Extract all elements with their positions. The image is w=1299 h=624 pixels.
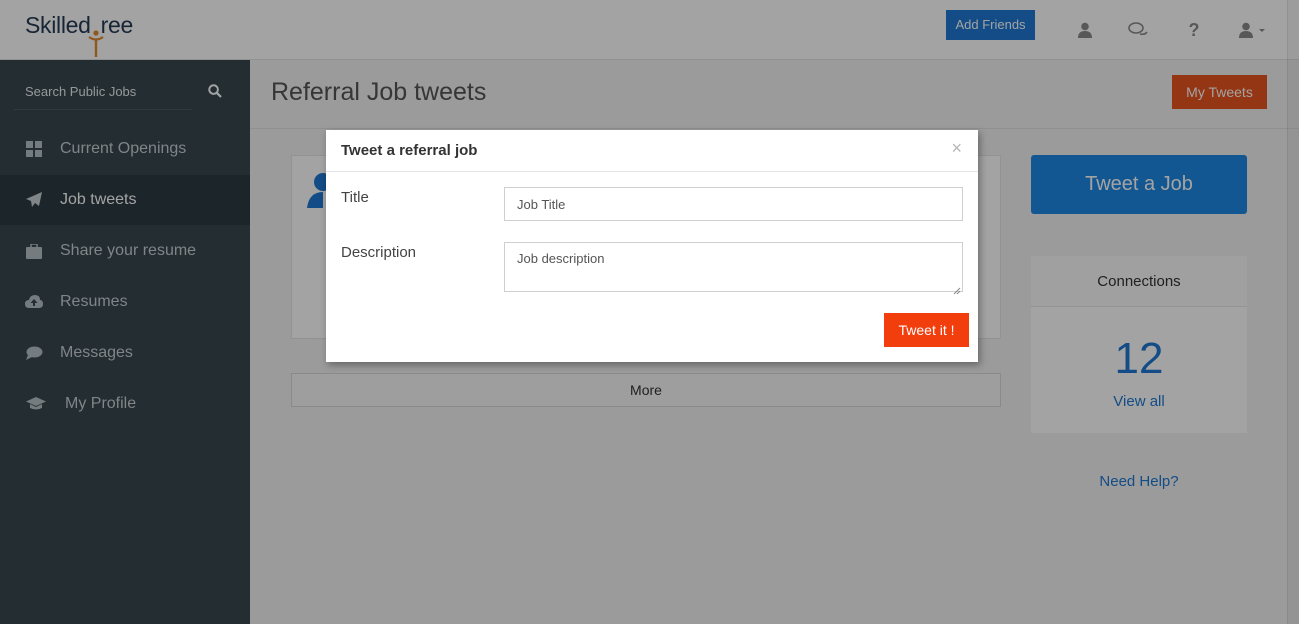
textarea-resize-icon[interactable] (953, 282, 961, 300)
close-icon[interactable]: × (951, 138, 962, 159)
modal-title: Tweet a referral job (341, 142, 478, 159)
tweet-referral-job-modal: Tweet a referral job × Title Description… (326, 130, 978, 362)
job-description-input[interactable] (504, 242, 963, 292)
modal-header: Tweet a referral job × (326, 130, 978, 172)
tweet-it-button[interactable]: Tweet it ! (884, 313, 969, 347)
job-title-input[interactable] (504, 187, 963, 221)
page-scrollbar[interactable] (1287, 0, 1299, 624)
title-label: Title (341, 189, 369, 206)
description-label: Description (341, 244, 417, 261)
